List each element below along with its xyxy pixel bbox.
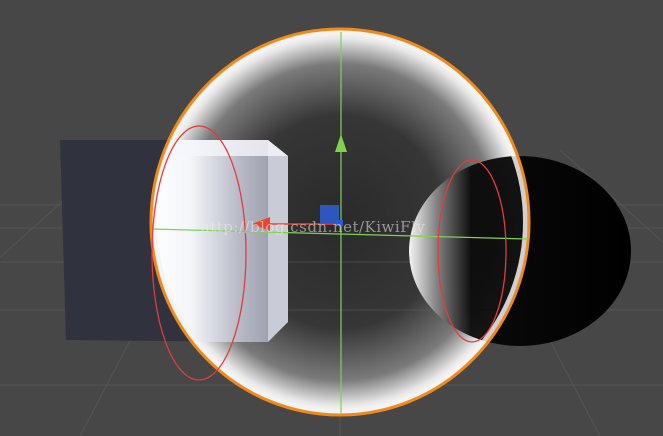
scene-canvas[interactable] — [0, 0, 663, 436]
scene-viewport[interactable]: http://blog.csdn.net/KiwiFly — [0, 0, 663, 436]
